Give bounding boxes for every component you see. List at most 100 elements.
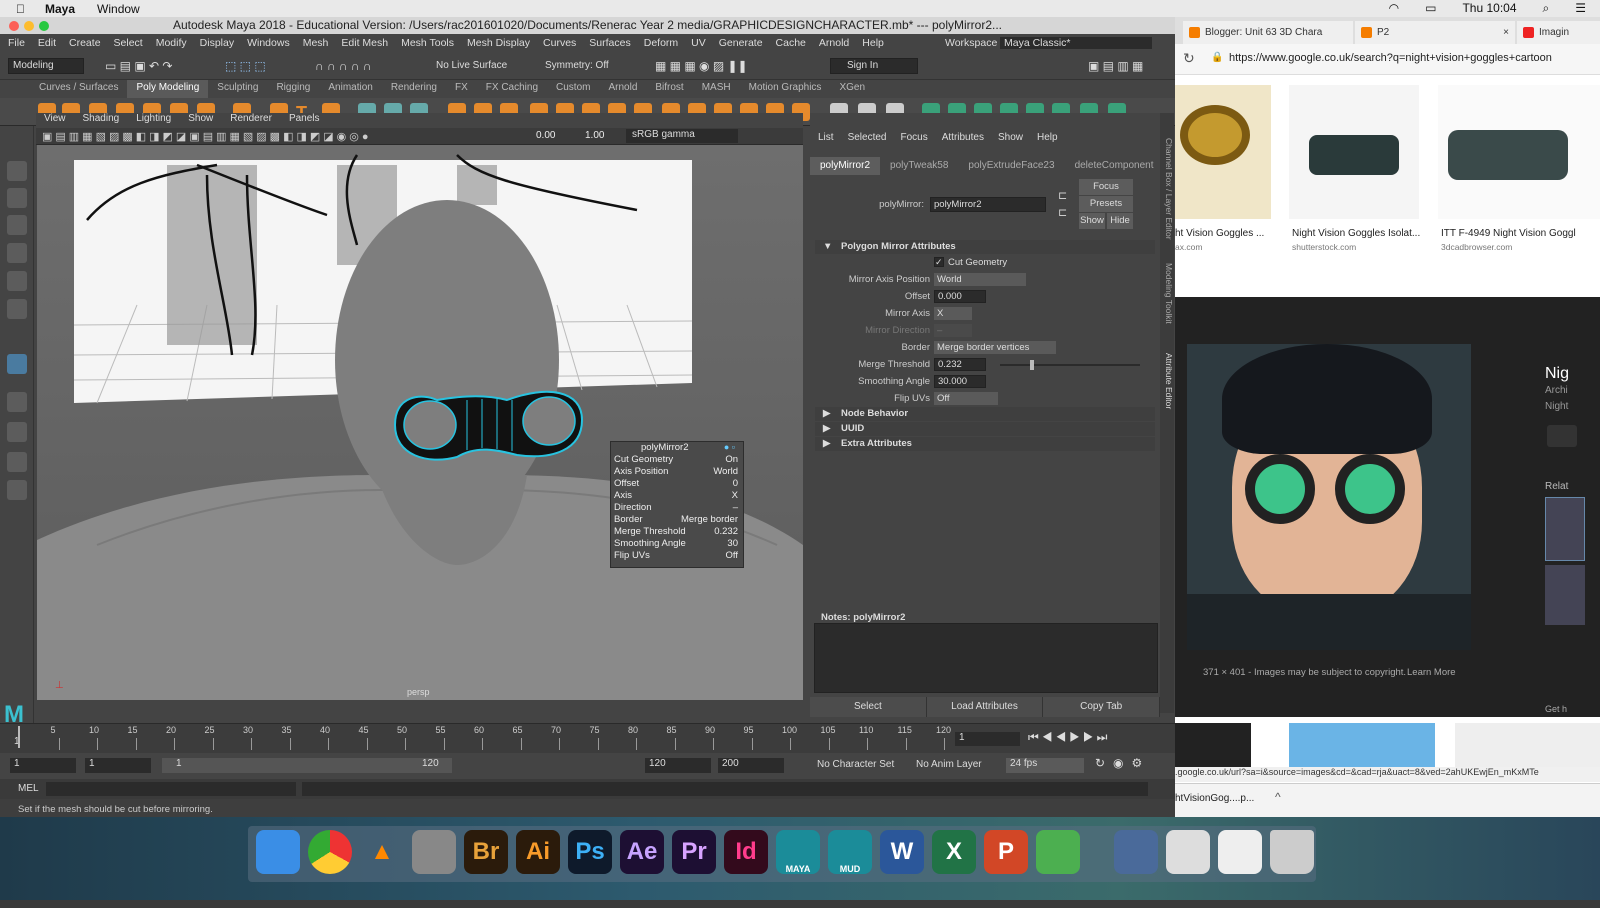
indesign-icon[interactable]: Id: [724, 830, 768, 874]
minimize-icon[interactable]: [24, 21, 34, 31]
single-view-icon[interactable]: [7, 354, 27, 374]
uuid-section[interactable]: ▶ UUID: [815, 422, 1155, 436]
loop-icons[interactable]: ↻◉⚙: [1095, 756, 1150, 770]
current-frame-field[interactable]: 1: [955, 732, 1020, 746]
help-link[interactable]: Get h: [1545, 704, 1567, 714]
shelf-tab-bifrost[interactable]: Bifrost: [646, 80, 692, 98]
hud-close-icon[interactable]: ● ▫: [724, 442, 735, 452]
render-icons[interactable]: ▦ ▦ ▦ ◉ ▨ ❚❚: [655, 59, 748, 73]
polygon-mirror-section[interactable]: ▼ Polygon Mirror Attributes: [815, 240, 1155, 254]
menuset-select[interactable]: Modeling: [8, 58, 84, 74]
menu-uv[interactable]: UV: [691, 37, 706, 49]
clock[interactable]: Thu 10:04: [1462, 1, 1516, 16]
chrome-tab[interactable]: P2 ×: [1355, 21, 1515, 44]
applications-folder-icon[interactable]: [1114, 830, 1158, 874]
hide-button[interactable]: Hide: [1107, 213, 1133, 229]
shelf-tab-poly-modeling[interactable]: Poly Modeling: [127, 80, 209, 98]
paint-select-icon[interactable]: [7, 215, 27, 235]
mel-input[interactable]: [46, 782, 296, 796]
download-menu-icon[interactable]: ^: [1275, 790, 1281, 804]
colorspace-select[interactable]: sRGB gamma: [626, 129, 738, 143]
shelf-tab-rendering[interactable]: Rendering: [382, 80, 446, 98]
menu-select[interactable]: Select: [114, 37, 143, 49]
app-menu[interactable]: Maya: [45, 2, 75, 16]
mirror-axis-select[interactable]: X: [934, 307, 972, 320]
panel-toolbar-icons[interactable]: ▣▤▥▦▧▨▩◧◨◩◪▣▤▥▦▧▨▩◧◨◩◪◉◎●: [42, 130, 372, 143]
menu-generate[interactable]: Generate: [719, 37, 763, 49]
hud-row[interactable]: Axis Position World: [614, 466, 742, 478]
url-bar[interactable]: https://www.google.co.uk/search?q=night+…: [1229, 52, 1552, 64]
word-icon[interactable]: W: [880, 830, 924, 874]
result-caption[interactable]: ht Vision Goggles ...: [1175, 228, 1264, 239]
notes-textarea[interactable]: [814, 623, 1158, 693]
after-effects-icon[interactable]: Ae: [620, 830, 664, 874]
ae-tab[interactable]: polyExtrudeFace23: [958, 157, 1064, 175]
workspace-select[interactable]: Maya Classic*: [1000, 36, 1152, 49]
poly-mirror-hud[interactable]: polyMirror2 ● ▫ Cut Geometry On Axis Posi…: [610, 441, 744, 568]
vp-menu-renderer[interactable]: Renderer: [230, 113, 272, 128]
focus-button[interactable]: Focus: [1079, 179, 1133, 195]
result-thumb[interactable]: [1289, 723, 1435, 771]
hud-row[interactable]: Flip UVs Off: [614, 550, 742, 562]
mudbox-icon[interactable]: MUD: [828, 830, 872, 874]
slider-handle[interactable]: [1030, 360, 1035, 370]
border-select[interactable]: Merge border vertices: [934, 341, 1056, 354]
downloads-icon[interactable]: [1218, 830, 1262, 874]
node-behavior-section[interactable]: ▶ Node Behavior: [815, 407, 1155, 421]
menu-help[interactable]: Help: [862, 37, 884, 49]
menu-cache[interactable]: Cache: [776, 37, 806, 49]
shelf-tab-mash[interactable]: MASH: [693, 80, 740, 98]
result-image[interactable]: [1289, 85, 1419, 219]
lasso-tool-icon[interactable]: [7, 188, 27, 208]
close-tab-icon[interactable]: ×: [1503, 21, 1509, 44]
apple-icon[interactable]: : [16, 2, 25, 16]
vlc-icon[interactable]: ▲: [360, 830, 404, 874]
vp-menu-lighting[interactable]: Lighting: [136, 113, 171, 128]
menu-display[interactable]: Display: [200, 37, 234, 49]
related-thumb[interactable]: [1545, 497, 1585, 561]
shelf-tab-fx[interactable]: FX: [446, 80, 477, 98]
range-bar[interactable]: 1 120: [162, 758, 452, 773]
symmetry-select[interactable]: Symmetry: Off: [545, 60, 609, 71]
ae-load-attributes-button[interactable]: Load Attributes: [926, 697, 1044, 717]
ae-tab[interactable]: deleteComponent: [1065, 157, 1164, 175]
chrome-tab[interactable]: Imagin: [1517, 21, 1600, 44]
modeling-toolkit-tab[interactable]: Modeling Toolkit: [1160, 263, 1174, 324]
cut-geometry-checkbox[interactable]: ✓: [934, 257, 944, 267]
anim-end-field[interactable]: 200: [718, 758, 784, 773]
visit-button[interactable]: [1547, 425, 1577, 447]
excel-icon[interactable]: X: [932, 830, 976, 874]
result-caption[interactable]: ITT F-4949 Night Vision Goggl: [1441, 228, 1576, 239]
close-icon[interactable]: [9, 21, 19, 31]
result-thumb[interactable]: [1175, 723, 1251, 771]
ae-select-button[interactable]: Select: [810, 697, 927, 717]
ae-copy-tab-button[interactable]: Copy Tab: [1043, 697, 1161, 717]
finder-icon[interactable]: [256, 830, 300, 874]
ae-copy-icon[interactable]: ⊏: [1058, 206, 1067, 219]
vp-menu-panels[interactable]: Panels: [289, 113, 320, 128]
scale-tool-icon[interactable]: [7, 299, 27, 319]
playback-controls[interactable]: ⏮◀◀▶▶⏭: [1028, 730, 1110, 745]
outliner-icon[interactable]: [7, 452, 27, 472]
app-icon[interactable]: [1036, 830, 1080, 874]
snap-icons[interactable]: ∩ ∩ ∩ ∩ ∩: [315, 59, 371, 73]
document-icon[interactable]: [1166, 830, 1210, 874]
ae-load-icon[interactable]: ⊏: [1058, 189, 1067, 202]
menu-edit[interactable]: Edit: [38, 37, 56, 49]
result-thumb[interactable]: [1455, 723, 1600, 771]
menu-edit-mesh[interactable]: Edit Mesh: [341, 37, 388, 49]
ae-menu-attributes[interactable]: Attributes: [942, 132, 984, 148]
shelf-tab-curves[interactable]: Curves / Surfaces: [30, 80, 127, 98]
vp-menu-show[interactable]: Show: [188, 113, 213, 128]
screenshot-icon[interactable]: [412, 830, 456, 874]
shelf-tab-motion-graphics[interactable]: Motion Graphics: [740, 80, 831, 98]
shelf-tab-arnold[interactable]: Arnold: [599, 80, 646, 98]
hud-row[interactable]: Border Merge border: [614, 514, 742, 526]
result-image[interactable]: [1175, 85, 1271, 219]
ae-tab[interactable]: polyMirror2: [810, 157, 881, 175]
ae-tab[interactable]: polyTweak58: [880, 157, 958, 175]
search-icon[interactable]: ⌕: [1543, 1, 1550, 16]
presets-button[interactable]: Presets: [1079, 196, 1133, 212]
maya-dock-icon[interactable]: MAYA: [776, 830, 820, 874]
premiere-icon[interactable]: Pr: [672, 830, 716, 874]
